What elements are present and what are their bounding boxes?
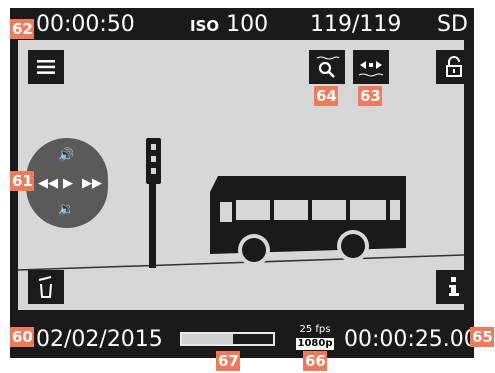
storage-card: SD	[437, 12, 468, 37]
bus-illustration	[210, 176, 406, 266]
recording-timer: 00:00:50	[36, 12, 135, 37]
volume-up-icon[interactable]: 🔊	[58, 148, 74, 163]
frame-step-button[interactable]	[353, 50, 389, 84]
frame-rate: 25 fps	[299, 324, 331, 335]
traffic-light-pole	[149, 184, 156, 268]
lock-icon	[446, 56, 462, 77]
frame-counter: 119/119	[310, 12, 402, 37]
delete-button[interactable]	[28, 270, 64, 304]
info-icon	[449, 277, 459, 296]
callout-63: 63	[358, 86, 382, 106]
progress-fill	[182, 334, 233, 344]
video-resolution: 1080p	[296, 338, 334, 350]
iso-value: 100	[226, 12, 269, 37]
lock-button[interactable]	[436, 50, 472, 84]
menu-icon	[37, 60, 55, 74]
top-status-bar: 00:00:50 ISO 100 119/119 SD	[0, 8, 474, 42]
playback-control-wheel[interactable]: 🔊 ◀◀ ▶ ▶▶ 🔉	[26, 138, 108, 228]
recording-date: 02/02/2015	[36, 327, 163, 352]
video-format-badge: 25 fps 1080p	[296, 324, 334, 354]
elapsed-time: 00:00:25.00	[344, 327, 478, 352]
menu-button[interactable]	[28, 50, 64, 84]
callout-62: 62	[10, 19, 34, 39]
play-icon[interactable]: ▶	[63, 176, 73, 191]
zoom-button[interactable]	[309, 50, 345, 84]
frame-step-icon	[358, 61, 384, 77]
rewind-icon[interactable]: ◀◀	[38, 176, 58, 191]
callout-66: 66	[303, 351, 327, 371]
callout-67: 67	[216, 351, 240, 371]
playback-progress-bar[interactable]	[180, 332, 275, 346]
callout-60: 60	[10, 327, 34, 347]
info-button[interactable]	[436, 270, 472, 304]
iso-readout: ISO 100	[190, 8, 268, 42]
callout-65: 65	[470, 327, 494, 347]
fast-forward-icon[interactable]: ▶▶	[82, 176, 102, 191]
iso-label: ISO	[190, 17, 220, 35]
callout-61: 61	[10, 171, 34, 191]
magnifier-icon	[316, 56, 340, 78]
volume-down-icon[interactable]: 🔉	[58, 202, 74, 217]
trash-icon	[38, 276, 52, 298]
callout-64: 64	[314, 86, 338, 106]
